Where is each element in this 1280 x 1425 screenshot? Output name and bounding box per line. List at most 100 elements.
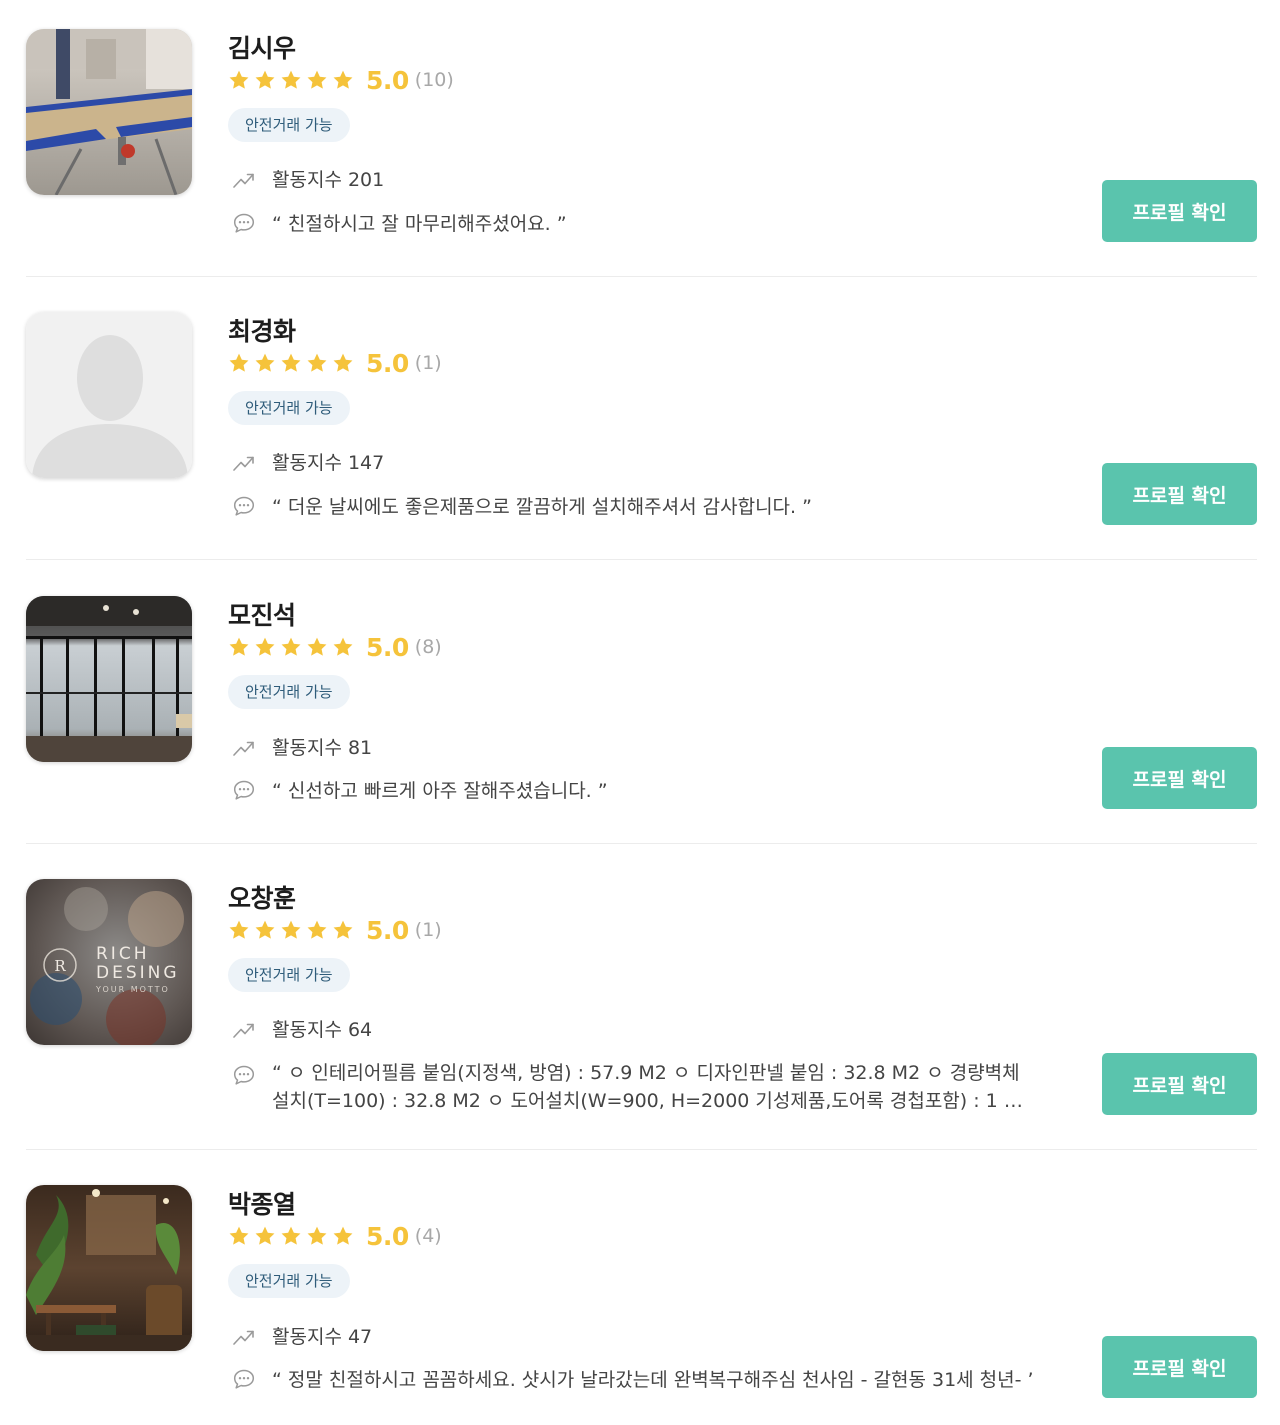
star-icon bbox=[333, 1226, 353, 1245]
review-row: “ 신선하고 빠르게 아주 잘해주셨습니다. ” bbox=[232, 777, 1032, 805]
review-row: “ 친절하시고 잘 마무리해주셨어요. ” bbox=[232, 210, 1032, 238]
speech-bubble-icon bbox=[233, 213, 255, 233]
expert-name[interactable]: 박종열 bbox=[228, 1185, 296, 1221]
speech-bubble-icon bbox=[233, 780, 255, 800]
rating: 5.0 (1) bbox=[228, 348, 442, 378]
safe-trade-badge: 안전거래 가능 bbox=[228, 1264, 350, 1298]
review-snippet: “ 더운 날씨에도 좋은제품으로 깔끔하게 설치해주셔서 감사합니다. ” bbox=[272, 496, 812, 518]
review-count: (1) bbox=[414, 919, 442, 941]
expert-card: R RICH DESING YOUR MOTTO 오창훈 5.0 (1) 안전거… bbox=[26, 879, 1257, 1129]
star-rating bbox=[228, 1225, 354, 1247]
star-icon bbox=[281, 70, 301, 89]
expert-name[interactable]: 모진석 bbox=[228, 596, 296, 632]
divider bbox=[26, 843, 1257, 844]
divider bbox=[26, 559, 1257, 560]
avatar[interactable] bbox=[26, 29, 192, 195]
expert-name[interactable]: 오창훈 bbox=[228, 879, 296, 915]
review-count: (10) bbox=[414, 69, 454, 91]
star-icon bbox=[255, 920, 275, 939]
expert-name[interactable]: 최경화 bbox=[228, 312, 296, 348]
trending-up-icon bbox=[233, 173, 254, 188]
rating-score: 5.0 bbox=[366, 1221, 409, 1251]
avatar-photo-rich-desing-logo: R RICH DESING YOUR MOTTO bbox=[26, 879, 192, 1045]
logo-text-line-3: YOUR MOTTO bbox=[95, 985, 170, 994]
activity-row: 활동지수 47 bbox=[232, 1323, 372, 1351]
review-snippet: “ 친절하시고 잘 마무리해주셨어요. ” bbox=[272, 213, 567, 235]
activity-score: 활동지수 147 bbox=[272, 452, 385, 474]
activity-row: 활동지수 201 bbox=[232, 166, 384, 194]
profile-button[interactable]: 프로필 확인 bbox=[1102, 1053, 1257, 1115]
review-count: (4) bbox=[414, 1225, 442, 1247]
logo-monogram: R bbox=[54, 957, 66, 975]
star-icon bbox=[255, 1226, 275, 1245]
star-icon bbox=[229, 70, 249, 89]
expert-card: 김시우 5.0 (10) 안전거래 가능 활동지수 201 “ 친절하시고 잘 … bbox=[26, 29, 1257, 249]
rating-score: 5.0 bbox=[366, 915, 409, 945]
divider bbox=[26, 1149, 1257, 1150]
star-icon bbox=[307, 637, 327, 656]
expert-name[interactable]: 김시우 bbox=[228, 29, 296, 65]
star-icon bbox=[229, 637, 249, 656]
star-icon bbox=[229, 920, 249, 939]
star-icon bbox=[229, 353, 249, 372]
avatar[interactable] bbox=[26, 312, 192, 478]
safe-trade-badge: 안전거래 가능 bbox=[228, 958, 350, 992]
rating: 5.0 (1) bbox=[228, 915, 442, 945]
avatar[interactable] bbox=[26, 596, 192, 762]
review-count: (1) bbox=[414, 352, 442, 374]
avatar-photo-woodwork bbox=[26, 29, 192, 195]
star-icon bbox=[281, 637, 301, 656]
profile-button[interactable]: 프로필 확인 bbox=[1102, 180, 1257, 242]
trending-up-icon bbox=[233, 456, 254, 471]
activity-score: 활동지수 64 bbox=[272, 1019, 373, 1041]
logo-text-line-2: DESING bbox=[96, 963, 180, 983]
activity-row: 활동지수 64 bbox=[232, 1016, 372, 1044]
activity-row: 활동지수 147 bbox=[232, 449, 384, 477]
review-row: “ 더운 날씨에도 좋은제품으로 깔끔하게 설치해주셔서 감사합니다. ” bbox=[232, 493, 1032, 521]
expert-card: 최경화 5.0 (1) 안전거래 가능 활동지수 147 “ 더운 날씨에도 좋… bbox=[26, 312, 1257, 532]
star-rating bbox=[228, 919, 354, 941]
expert-card: 박종열 5.0 (4) 안전거래 가능 활동지수 47 “ 정말 친절하시고 꼼… bbox=[26, 1185, 1257, 1415]
speech-bubble-icon bbox=[233, 1065, 255, 1085]
profile-button[interactable]: 프로필 확인 bbox=[1102, 463, 1257, 525]
review-snippet: “ ㅇ 인테리어필름 붙임(지정색, 방염) : 57.9 M2 ㅇ 디자인판넬… bbox=[272, 1062, 1022, 1112]
review-row: “ ㅇ 인테리어필름 붙임(지정색, 방염) : 57.9 M2 ㅇ 디자인판넬… bbox=[232, 1059, 1032, 1115]
avatar[interactable] bbox=[26, 1185, 192, 1351]
review-count: (8) bbox=[414, 636, 442, 658]
divider bbox=[26, 276, 1257, 277]
star-rating bbox=[228, 69, 354, 91]
rating-score: 5.0 bbox=[366, 632, 409, 662]
star-icon bbox=[229, 1226, 249, 1245]
trending-up-icon bbox=[233, 1330, 254, 1345]
profile-button[interactable]: 프로필 확인 bbox=[1102, 1336, 1257, 1398]
rating-score: 5.0 bbox=[366, 348, 409, 378]
avatar-photo-cafe-interior bbox=[26, 1185, 192, 1351]
star-icon bbox=[307, 920, 327, 939]
rating: 5.0 (10) bbox=[228, 65, 454, 95]
review-snippet: “ 신선하고 빠르게 아주 잘해주셨습니다. ” bbox=[272, 780, 608, 802]
star-rating bbox=[228, 352, 354, 374]
star-icon bbox=[333, 353, 353, 372]
rating: 5.0 (8) bbox=[228, 632, 442, 662]
rating-score: 5.0 bbox=[366, 65, 409, 95]
star-icon bbox=[333, 70, 353, 89]
avatar[interactable]: R RICH DESING YOUR MOTTO bbox=[26, 879, 192, 1045]
safe-trade-badge: 안전거래 가능 bbox=[228, 108, 350, 142]
expert-card: 모진석 5.0 (8) 안전거래 가능 활동지수 81 “ 신선하고 빠르게 아… bbox=[26, 596, 1257, 816]
trending-up-icon bbox=[233, 741, 254, 756]
star-icon bbox=[307, 353, 327, 372]
star-icon bbox=[255, 637, 275, 656]
speech-bubble-icon bbox=[233, 496, 255, 516]
star-icon bbox=[307, 70, 327, 89]
activity-row: 활동지수 81 bbox=[232, 734, 372, 762]
star-icon bbox=[281, 1226, 301, 1245]
star-icon bbox=[281, 920, 301, 939]
profile-button[interactable]: 프로필 확인 bbox=[1102, 747, 1257, 809]
star-icon bbox=[333, 637, 353, 656]
activity-score: 활동지수 81 bbox=[272, 737, 373, 759]
star-rating bbox=[228, 636, 354, 658]
activity-score: 활동지수 47 bbox=[272, 1326, 373, 1348]
safe-trade-badge: 안전거래 가능 bbox=[228, 391, 350, 425]
rating: 5.0 (4) bbox=[228, 1221, 442, 1251]
safe-trade-badge: 안전거래 가능 bbox=[228, 675, 350, 709]
